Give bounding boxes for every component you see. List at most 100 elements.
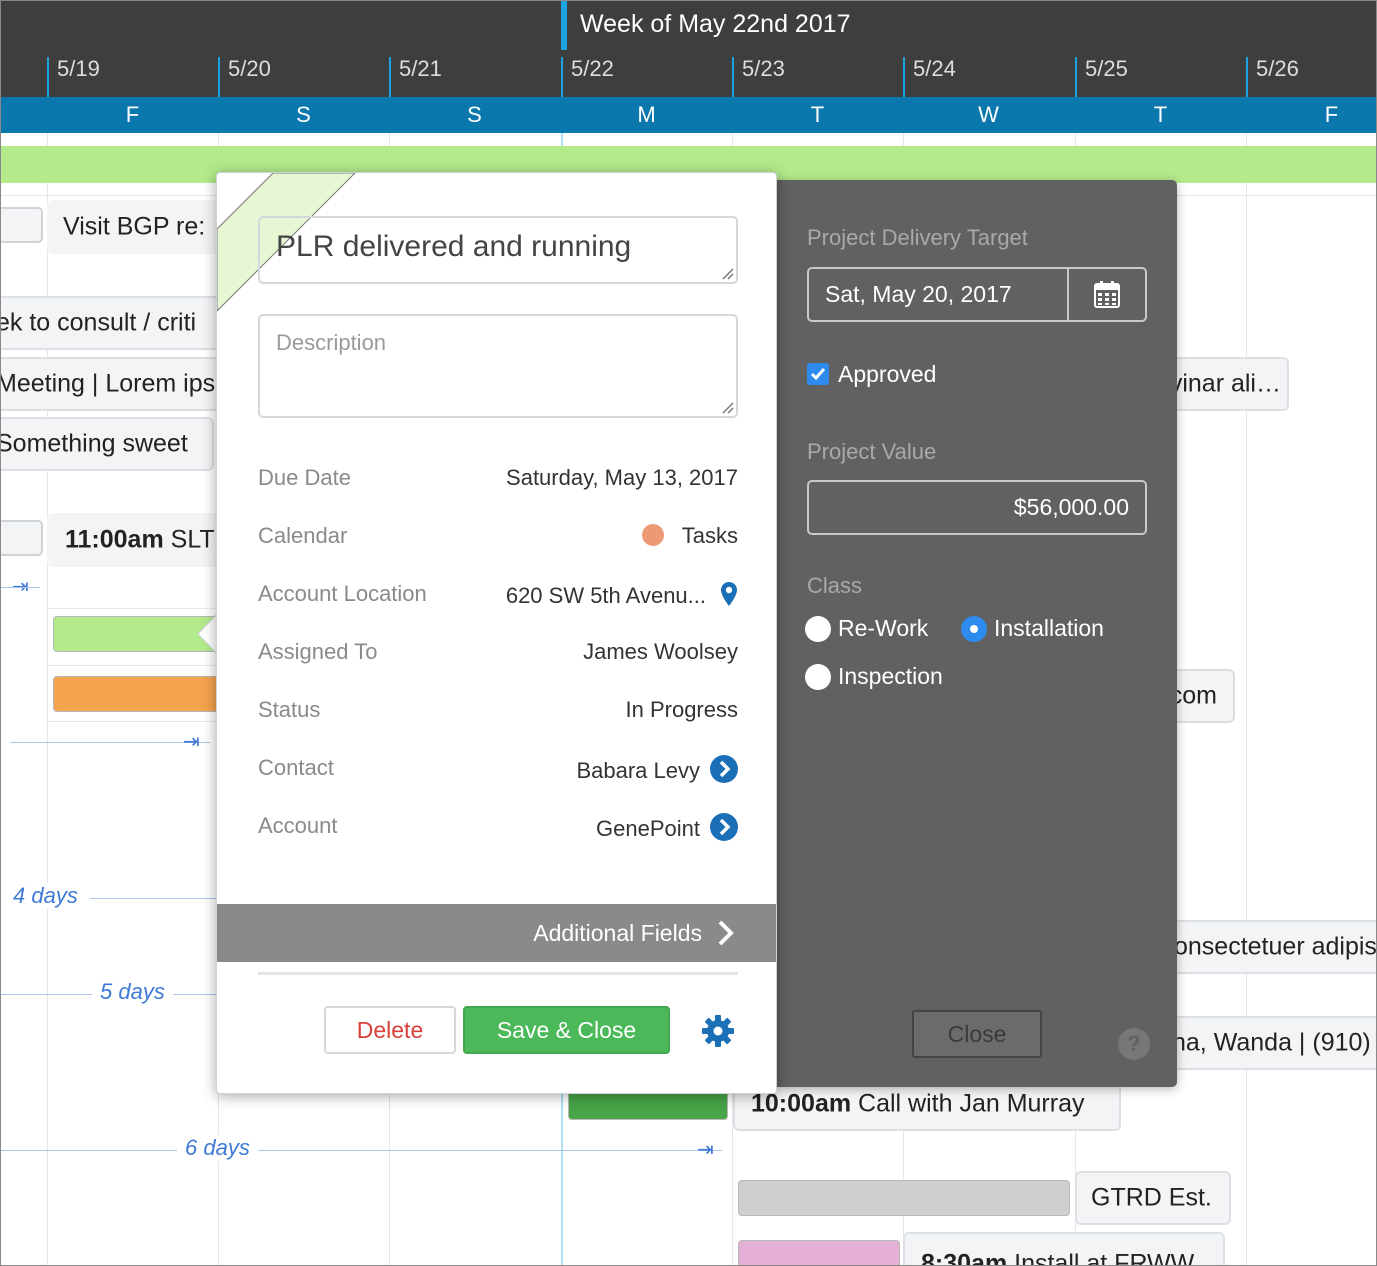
gear-icon[interactable] (701, 1014, 735, 1048)
field-value: GenePoint (596, 816, 700, 841)
arrow-end-icon: ⇥ (697, 1139, 714, 1161)
duration-label: 6 days (177, 1135, 258, 1161)
field-value: Saturday, May 13, 2017 (506, 465, 738, 490)
event-time: 11:00am (65, 525, 164, 554)
event-title: SLT (170, 525, 215, 554)
delivery-target-input[interactable]: Sat, May 20, 2017 (807, 267, 1147, 322)
duration-label: 4 days (5, 883, 86, 909)
weekday-label: W (978, 102, 999, 127)
field-value: Tasks (681, 523, 738, 548)
resize-grip-icon[interactable] (720, 266, 734, 280)
weekday-label: F (125, 102, 140, 127)
approved-checkbox[interactable] (807, 363, 829, 385)
field-calendar: Calendar Tasks (258, 515, 738, 555)
class-option-inspection[interactable]: Inspection (805, 663, 943, 690)
event-bar-gray[interactable] (738, 1180, 1070, 1216)
divider (258, 972, 738, 975)
weekday-label: S (296, 102, 311, 127)
row-divider (47, 665, 227, 666)
event-consult[interactable]: ek to consult / criti (0, 296, 224, 350)
popup-pointer (197, 614, 218, 654)
checkmark-icon (810, 368, 826, 381)
event-wanda[interactable]: na, Wanda | (910) (1150, 1016, 1377, 1070)
class-option-rework[interactable]: Re-Work (805, 615, 928, 642)
field-label: Account Location (258, 581, 427, 606)
duration-label: 5 days (92, 979, 173, 1005)
chevron-right-circle-icon[interactable] (710, 755, 738, 783)
event-visit[interactable]: Visit BGP re: (47, 200, 227, 254)
chevron-right-icon (718, 920, 734, 946)
date-label[interactable]: 5/21 (389, 57, 442, 97)
event-something-sweet[interactable]: Something sweet (0, 417, 214, 471)
event-meeting[interactable]: Meeting | Lorem ips (0, 357, 224, 411)
weekday-label: T (1153, 102, 1168, 127)
field-value: In Progress (625, 697, 739, 722)
date-label[interactable]: 5/19 (47, 57, 100, 97)
event-gtrd[interactable]: GTRD Est. (1075, 1171, 1231, 1225)
approved-checkbox-row[interactable]: Approved (807, 361, 936, 388)
event-checkbox[interactable] (0, 207, 43, 243)
help-icon[interactable]: ? (1118, 1028, 1150, 1060)
radio-button-selected[interactable] (961, 616, 987, 642)
weekday-label: F (1324, 102, 1339, 127)
additional-fields-label: Additional Fields (533, 920, 702, 946)
event-title: Visit BGP re: (63, 212, 206, 241)
event-bar-orange[interactable] (53, 676, 223, 712)
date-label[interactable]: 5/25 (1075, 57, 1128, 97)
weekday-label: S (467, 102, 482, 127)
weekday-bar: F S S M T W T F (0, 97, 1377, 133)
date-label[interactable]: 5/23 (732, 57, 785, 97)
additional-fields-toggle[interactable]: Additional Fields (217, 904, 776, 962)
map-pin-icon[interactable] (720, 581, 738, 607)
chevron-right-circle-icon[interactable] (710, 813, 738, 841)
class-option-installation[interactable]: Installation (961, 615, 1104, 642)
calendar-color-dot (641, 524, 664, 546)
resize-grip-icon[interactable] (720, 400, 734, 414)
row-divider (47, 608, 227, 609)
event-bar-pink[interactable] (738, 1240, 900, 1266)
field-label: Account (258, 813, 338, 838)
event-title: Something sweet (0, 429, 188, 458)
event-title-text: PLR delivered and running (276, 230, 632, 263)
radio-button[interactable] (805, 664, 831, 690)
save-close-button[interactable]: Save & Close (463, 1006, 670, 1054)
description-input[interactable]: Description (258, 314, 738, 418)
field-due-date: Due Date Saturday, May 13, 2017 (258, 457, 738, 497)
calendar-icon (1094, 281, 1120, 308)
date-label[interactable]: 5/24 (903, 57, 956, 97)
radio-button[interactable] (805, 616, 831, 642)
weekday-label: T (810, 102, 825, 127)
date-label[interactable]: 5/22 (561, 57, 614, 97)
field-account: Account GenePoint (258, 805, 738, 845)
delivery-target-value: Sat, May 20, 2017 (825, 281, 1012, 307)
date-label[interactable]: 5/20 (218, 57, 271, 97)
project-fields-panel: Project Delivery Target Sat, May 20, 201… (777, 180, 1177, 1087)
event-title-input[interactable]: PLR delivered and running (258, 216, 738, 284)
event-title: na, Wanda | (910) (1172, 1028, 1371, 1057)
class-label: Class (807, 573, 863, 598)
row-divider (47, 721, 227, 722)
event-slt[interactable]: 11:00am SLT (47, 513, 227, 567)
field-label: Assigned To (258, 639, 378, 664)
date-label[interactable]: 5/26 (1246, 57, 1299, 97)
event-title: onsectetuer adipis (1174, 932, 1377, 961)
date-picker-button[interactable] (1067, 269, 1145, 320)
field-value: James Woolsey (583, 639, 738, 664)
event-install[interactable]: 8:30am Install at FRWW (903, 1232, 1225, 1266)
arrow-end-icon: ⇥ (183, 731, 200, 753)
event-consectetuer[interactable]: onsectetuer adipis (1150, 920, 1377, 974)
event-title: Install at FRWW (1014, 1249, 1195, 1266)
project-value-input[interactable]: $56,000.00 (807, 480, 1147, 535)
field-label: Due Date (258, 465, 351, 490)
delivery-target-label: Project Delivery Target (807, 225, 1028, 250)
event-bar-dark-green[interactable] (568, 1090, 728, 1120)
radio-label: Re-Work (838, 615, 929, 641)
field-account-location: Account Location 620 SW 5th Avenu... (258, 573, 738, 613)
field-label: Contact (258, 755, 334, 780)
event-title: GTRD Est. (1091, 1183, 1212, 1212)
week-header: Week of May 22nd 2017 5/19 5/20 5/21 5/2… (0, 0, 1377, 97)
delete-button[interactable]: Delete (324, 1006, 456, 1054)
field-label: Status (258, 697, 321, 722)
event-checkbox[interactable] (0, 520, 43, 556)
close-button[interactable]: Close (912, 1010, 1042, 1058)
